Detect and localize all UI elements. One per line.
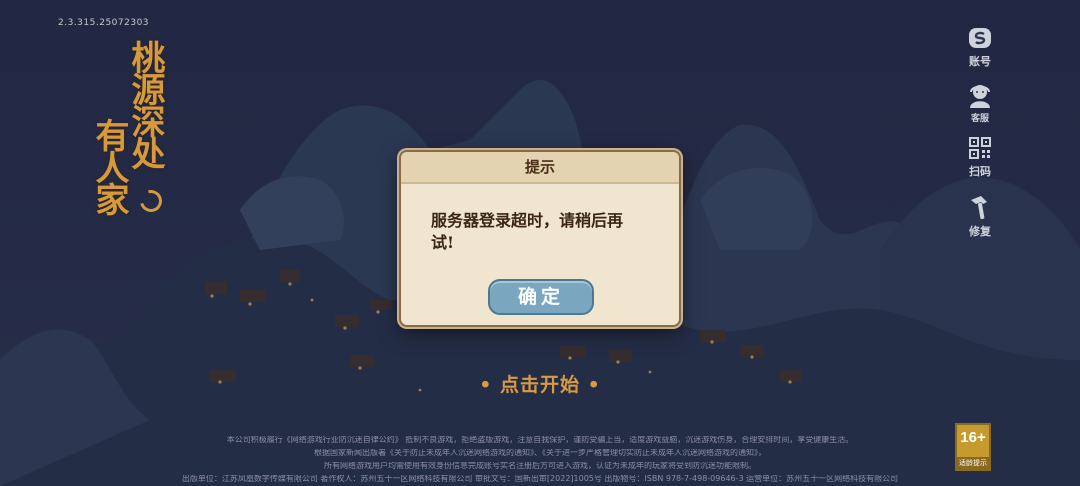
game-logo: 桃源深处 有人家 bbox=[88, 40, 178, 240]
alert-dialog: 提示 服务器登录超时，请稍后再 试! 确定 bbox=[399, 150, 681, 327]
repair-button[interactable]: 修复 bbox=[960, 194, 1000, 239]
tap-to-start[interactable]: • 点击开始 • bbox=[475, 370, 605, 397]
account-label: 账号 bbox=[969, 55, 991, 68]
dialog-message-line2: 试! bbox=[431, 233, 455, 252]
repair-hammer-icon bbox=[971, 196, 987, 220]
footer-line2: 根据国家新闻出版署《关于防止未成年人沉迷网络游戏的通知》、《关于进一步严格管理切… bbox=[314, 449, 766, 457]
dialog-message-line1: 服务器登录超时，请稍后再 bbox=[431, 211, 624, 230]
scan-qr-label: 扫码 bbox=[969, 165, 991, 178]
logo-line2: 有人家 bbox=[89, 118, 129, 214]
customer-service-button[interactable]: 客服 bbox=[960, 82, 1000, 124]
logo-line1: 桃源深处 bbox=[125, 40, 165, 168]
dialog-message: 服务器登录超时，请稍后再 试! bbox=[431, 210, 653, 254]
age-rating-badge[interactable]: 16+ 适龄提示 bbox=[955, 423, 991, 471]
customer-service-label: 客服 bbox=[970, 114, 989, 124]
qr-scan-icon bbox=[969, 137, 991, 159]
account-icon bbox=[969, 28, 991, 48]
confirm-button[interactable]: 确定 bbox=[488, 279, 594, 315]
footer-line4: 出版单位：江苏凤凰数字传媒有限公司 著作权人：苏州五十一区网络科技有限公司 审批… bbox=[181, 475, 899, 483]
footer-line1: 本公司积极履行《网络游戏行业防沉迷自律公约》 抵制不良游戏，拒绝盗版游戏，注意自… bbox=[226, 436, 854, 444]
repair-label: 修复 bbox=[969, 225, 991, 238]
footer-line3: 所有网络游戏用户均需使用有效身份信息完成账号实名注册后方可进入游戏，认证为未成年… bbox=[324, 462, 756, 470]
scan-qr-button[interactable]: 扫码 bbox=[960, 136, 1000, 179]
account-button[interactable]: 账号 bbox=[960, 26, 1000, 69]
age-rating-label: 适龄提示 bbox=[957, 457, 989, 469]
customer-service-icon bbox=[970, 85, 990, 108]
version-label: 2.3.315.25072303 bbox=[58, 18, 150, 28]
logo-ornament bbox=[135, 185, 167, 217]
age-rating-value: 16+ bbox=[960, 429, 986, 446]
dialog-title: 提示 bbox=[401, 152, 679, 184]
